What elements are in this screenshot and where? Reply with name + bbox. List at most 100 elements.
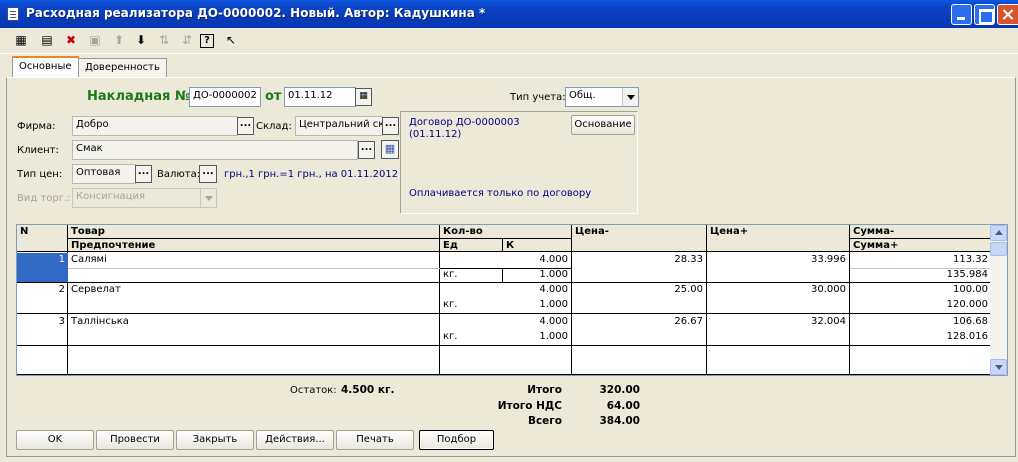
- row-sum-plus[interactable]: 120.000: [850, 298, 991, 312]
- price-type-label: Тип цен:: [17, 169, 63, 180]
- chevron-down-icon[interactable]: [200, 189, 216, 207]
- remainder-label: Остаток:: [290, 385, 337, 396]
- row-sum-minus[interactable]: 100.00: [850, 283, 991, 297]
- help-icon[interactable]: ?: [200, 34, 214, 48]
- post-button[interactable]: Провести: [96, 430, 174, 450]
- calendar-icon[interactable]: ▦: [355, 88, 372, 106]
- scroll-down-icon[interactable]: [990, 359, 1007, 375]
- minimize-button[interactable]: [951, 4, 972, 25]
- row-sum-plus[interactable]: 135.984: [850, 268, 991, 282]
- contract-note: Оплачивается только по договору: [409, 188, 592, 199]
- goods-table[interactable]: N Товар Предпочтение Кол-во Ед К Цена- Ц…: [16, 224, 1008, 376]
- close-button[interactable]: Закрыть: [176, 430, 254, 450]
- client-field[interactable]: Смак: [72, 140, 358, 160]
- warehouse-field[interactable]: Центральний ск: [295, 116, 383, 136]
- date-field[interactable]: 01.11.12: [284, 87, 356, 107]
- row-product[interactable]: Таллінська: [68, 315, 439, 329]
- vat-label: Итого НДС: [497, 400, 562, 412]
- row-price-plus[interactable]: 33.996: [707, 253, 849, 267]
- grid-line: [571, 252, 572, 375]
- row-number[interactable]: 2: [17, 283, 68, 297]
- selection-button[interactable]: Подбор: [419, 430, 494, 450]
- col-header-n[interactable]: N: [17, 225, 68, 252]
- basis-button[interactable]: Основание: [571, 115, 635, 135]
- insert-row-icon[interactable]: ▤: [38, 31, 56, 49]
- move-up-icon[interactable]: ⬆: [110, 31, 128, 49]
- total-label: Итого: [527, 384, 562, 396]
- trade-type-value: Консигнация: [76, 191, 145, 202]
- copy-row-icon[interactable]: ▣: [86, 31, 104, 49]
- col-header-sum-plus[interactable]: Сумма+: [850, 239, 991, 252]
- invoice-number-field[interactable]: ДО-0000002: [189, 87, 261, 107]
- account-type-label: Тип учета:: [510, 92, 566, 103]
- scroll-thumb[interactable]: [990, 242, 1007, 256]
- col-header-unit[interactable]: Ед: [440, 239, 503, 252]
- sort-desc-icon[interactable]: ⇵: [178, 31, 196, 49]
- ok-button[interactable]: OK: [16, 430, 94, 450]
- delete-row-icon[interactable]: ✖: [62, 31, 80, 49]
- row-sum-minus[interactable]: 106.68: [850, 315, 991, 329]
- chevron-down-icon[interactable]: [622, 88, 638, 106]
- tab-main[interactable]: Основные: [12, 56, 79, 78]
- close-window-button[interactable]: [997, 4, 1018, 25]
- row-number[interactable]: 1: [17, 253, 68, 267]
- title-bar[interactable]: Расходная реализатора ДО-0000002. Новый.…: [0, 0, 1018, 28]
- new-row-icon[interactable]: ▦: [12, 31, 30, 49]
- firm-field[interactable]: Добро: [72, 116, 238, 136]
- row-unit[interactable]: кг.: [440, 298, 502, 312]
- sort-asc-icon[interactable]: ⇅: [155, 31, 173, 49]
- invoice-label: Накладная №: [87, 89, 191, 104]
- grand-total-label: Всего: [527, 415, 562, 427]
- table-scrollbar[interactable]: [990, 225, 1007, 375]
- col-header-price-plus[interactable]: Цена+: [707, 225, 850, 252]
- grid-line: [502, 268, 503, 283]
- move-down-icon[interactable]: ⬇: [132, 31, 150, 49]
- warehouse-label: Склад:: [256, 121, 292, 132]
- row-k[interactable]: 1.000: [503, 298, 571, 312]
- row-qty[interactable]: 4.000: [440, 253, 571, 267]
- row-k[interactable]: 1.000: [503, 330, 571, 344]
- row-k[interactable]: 1.000: [503, 268, 571, 282]
- grid-line: [17, 313, 991, 314]
- account-type-select[interactable]: Общ.: [565, 87, 639, 107]
- client-card-icon[interactable]: ▦: [381, 140, 399, 159]
- grid-line: [17, 345, 991, 346]
- tab-power-of-attorney[interactable]: Доверенность: [78, 58, 167, 78]
- row-price-plus[interactable]: 30.000: [707, 283, 849, 297]
- row-unit[interactable]: кг.: [440, 268, 502, 282]
- currency-info: грн.,1 грн.=1 грн., на 01.11.2012: [224, 169, 399, 180]
- scroll-up-icon[interactable]: [990, 225, 1007, 241]
- row-sum-plus[interactable]: 128.016: [850, 330, 991, 344]
- col-header-price-minus[interactable]: Цена-: [572, 225, 707, 252]
- context-help-icon[interactable]: ↖: [222, 31, 240, 49]
- trade-type-select[interactable]: Консигнация: [72, 188, 217, 208]
- print-button[interactable]: Печать: [336, 430, 414, 450]
- col-header-product[interactable]: Товар: [68, 225, 440, 239]
- row-product[interactable]: Сервелат: [68, 283, 439, 297]
- row-unit[interactable]: кг.: [440, 330, 502, 344]
- warehouse-select-button[interactable]: ...: [382, 117, 399, 135]
- remainder-value: 4.500 кг.: [341, 384, 395, 396]
- row-qty[interactable]: 4.000: [440, 315, 571, 329]
- row-number[interactable]: 3: [17, 315, 68, 329]
- col-header-qty[interactable]: Кол-во: [440, 225, 572, 239]
- actions-button[interactable]: Действия...: [256, 430, 334, 450]
- maximize-button[interactable]: [974, 4, 995, 25]
- client-select-button[interactable]: ...: [358, 141, 375, 159]
- row-price-minus[interactable]: 25.00: [572, 283, 706, 297]
- price-type-select-button[interactable]: ...: [135, 165, 152, 183]
- grid-line: [850, 268, 991, 269]
- row-sum-minus[interactable]: 113.32: [850, 253, 991, 267]
- row-price-minus[interactable]: 28.33: [572, 253, 706, 267]
- col-header-k[interactable]: К: [503, 239, 572, 252]
- col-header-sum-minus[interactable]: Сумма-: [850, 225, 991, 239]
- row-qty[interactable]: 4.000: [440, 283, 571, 297]
- row-price-minus[interactable]: 26.67: [572, 315, 706, 329]
- row-price-plus[interactable]: 32.004: [707, 315, 849, 329]
- currency-select-button[interactable]: ...: [199, 165, 217, 183]
- price-type-field[interactable]: Оптовая: [72, 164, 136, 184]
- firm-select-button[interactable]: ...: [237, 117, 254, 135]
- grid-line: [17, 374, 991, 375]
- row-product[interactable]: Салямі: [68, 253, 439, 267]
- col-header-preference[interactable]: Предпочтение: [68, 239, 440, 252]
